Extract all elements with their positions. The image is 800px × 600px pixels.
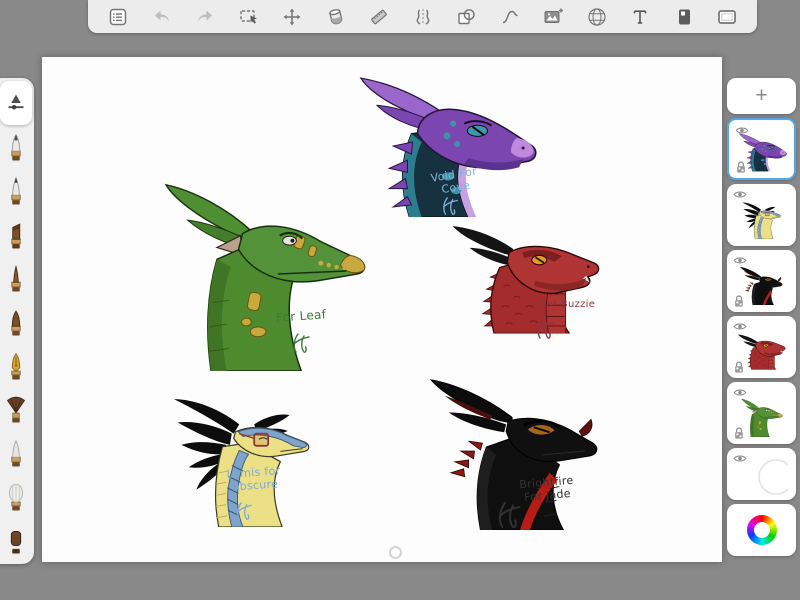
alpha-lock-icon: [735, 160, 747, 174]
artwork-caption-buzzie: For Buzzie: [532, 299, 604, 311]
canvas-corner-handle[interactable]: [389, 546, 402, 559]
detail-brush-icon: [4, 262, 28, 292]
import-image-button[interactable]: [539, 3, 567, 31]
artwork-caption-lumis: Lumis for Obscure: [213, 464, 295, 495]
alpha-lock-icon: [733, 360, 745, 374]
artist-signature: [494, 499, 524, 531]
artist-signature: [290, 331, 312, 355]
import-image-icon: [542, 6, 564, 28]
chisel-marker-brush-icon: [4, 219, 28, 249]
pencil-brush-icon: [4, 131, 28, 161]
airbrush[interactable]: [0, 430, 32, 474]
eraser-brush-icon: [4, 524, 28, 554]
text-icon: [629, 6, 651, 28]
predictive-stroke-button[interactable]: [496, 3, 524, 31]
transform-button[interactable]: [278, 3, 306, 31]
layer-lumis-dragon[interactable]: [727, 184, 796, 246]
fullscreen-icon: [716, 6, 738, 28]
ink-pen-brush[interactable]: [0, 343, 32, 387]
symmetry-button[interactable]: [409, 3, 437, 31]
undo-button[interactable]: [148, 3, 176, 31]
layer-leaf-dragon[interactable]: [727, 382, 796, 444]
artist-signature: [234, 500, 254, 522]
layer-void-dragon[interactable]: [727, 118, 796, 180]
color-puck-cell: [727, 504, 796, 556]
guides-button[interactable]: [365, 3, 393, 31]
add-layer-button[interactable]: +: [727, 78, 796, 114]
timelapse-icon: [673, 6, 695, 28]
perspective-icon: [586, 6, 608, 28]
alpha-lock-icon: [733, 426, 745, 440]
brush-settings[interactable]: [0, 81, 32, 125]
fullscreen-button[interactable]: [713, 3, 741, 31]
brush-palette: [0, 78, 34, 564]
mop-brush-icon: [4, 481, 28, 511]
ink-pen-brush-icon: [4, 350, 28, 380]
menu-button[interactable]: [104, 3, 132, 31]
shapes-icon: [455, 6, 477, 28]
buzzie-dragon-illustration: [447, 219, 607, 335]
round-brush-icon: [4, 306, 28, 336]
layers-panel: +: [727, 78, 796, 556]
hard-pencil-brush[interactable]: [0, 168, 32, 212]
top-toolbar: [88, 0, 757, 33]
detail-brush[interactable]: [0, 256, 32, 300]
fill-button[interactable]: [322, 3, 350, 31]
layer-list: [727, 118, 796, 500]
airbrush-icon: [4, 437, 28, 467]
layer-background[interactable]: [727, 448, 796, 500]
eraser-brush[interactable]: [0, 517, 32, 561]
selection-icon: [238, 6, 260, 28]
brush-settings-icon: [4, 88, 28, 118]
fan-brush-icon: [4, 393, 28, 423]
alpha-lock-icon: [733, 294, 745, 308]
perspective-button[interactable]: [583, 3, 611, 31]
layer-thumbnail: [736, 457, 788, 497]
fan-brush[interactable]: [0, 386, 32, 430]
undo-icon: [151, 6, 173, 28]
fill-icon: [325, 6, 347, 28]
guides-icon: [368, 6, 390, 28]
predictive-stroke-icon: [499, 6, 521, 28]
menu-icon: [107, 6, 129, 28]
redo-button[interactable]: [191, 3, 219, 31]
round-brush[interactable]: [0, 299, 32, 343]
text-button[interactable]: [626, 3, 654, 31]
chisel-marker-brush[interactable]: [0, 212, 32, 256]
transform-icon: [281, 6, 303, 28]
selection-button[interactable]: [235, 3, 263, 31]
symmetry-icon: [412, 6, 434, 28]
redo-icon: [194, 6, 216, 28]
timelapse-button[interactable]: [670, 3, 698, 31]
leaf-dragon-illustration: [152, 175, 378, 371]
shapes-button[interactable]: [452, 3, 480, 31]
layer-buzzie-dragon[interactable]: [727, 316, 796, 378]
layer-thumbnail: [736, 199, 788, 239]
layer-brightfire-dragon[interactable]: [727, 250, 796, 312]
artist-signature: [440, 195, 460, 217]
mop-brush[interactable]: [0, 474, 32, 518]
hard-pencil-brush-icon: [4, 175, 28, 205]
pencil-brush[interactable]: [0, 125, 32, 169]
color-wheel-button[interactable]: [747, 515, 777, 545]
drawing-canvas[interactable]: Void For Cove For Leaf For Buzzie Lumis …: [42, 57, 722, 562]
artist-signature: [534, 317, 556, 341]
